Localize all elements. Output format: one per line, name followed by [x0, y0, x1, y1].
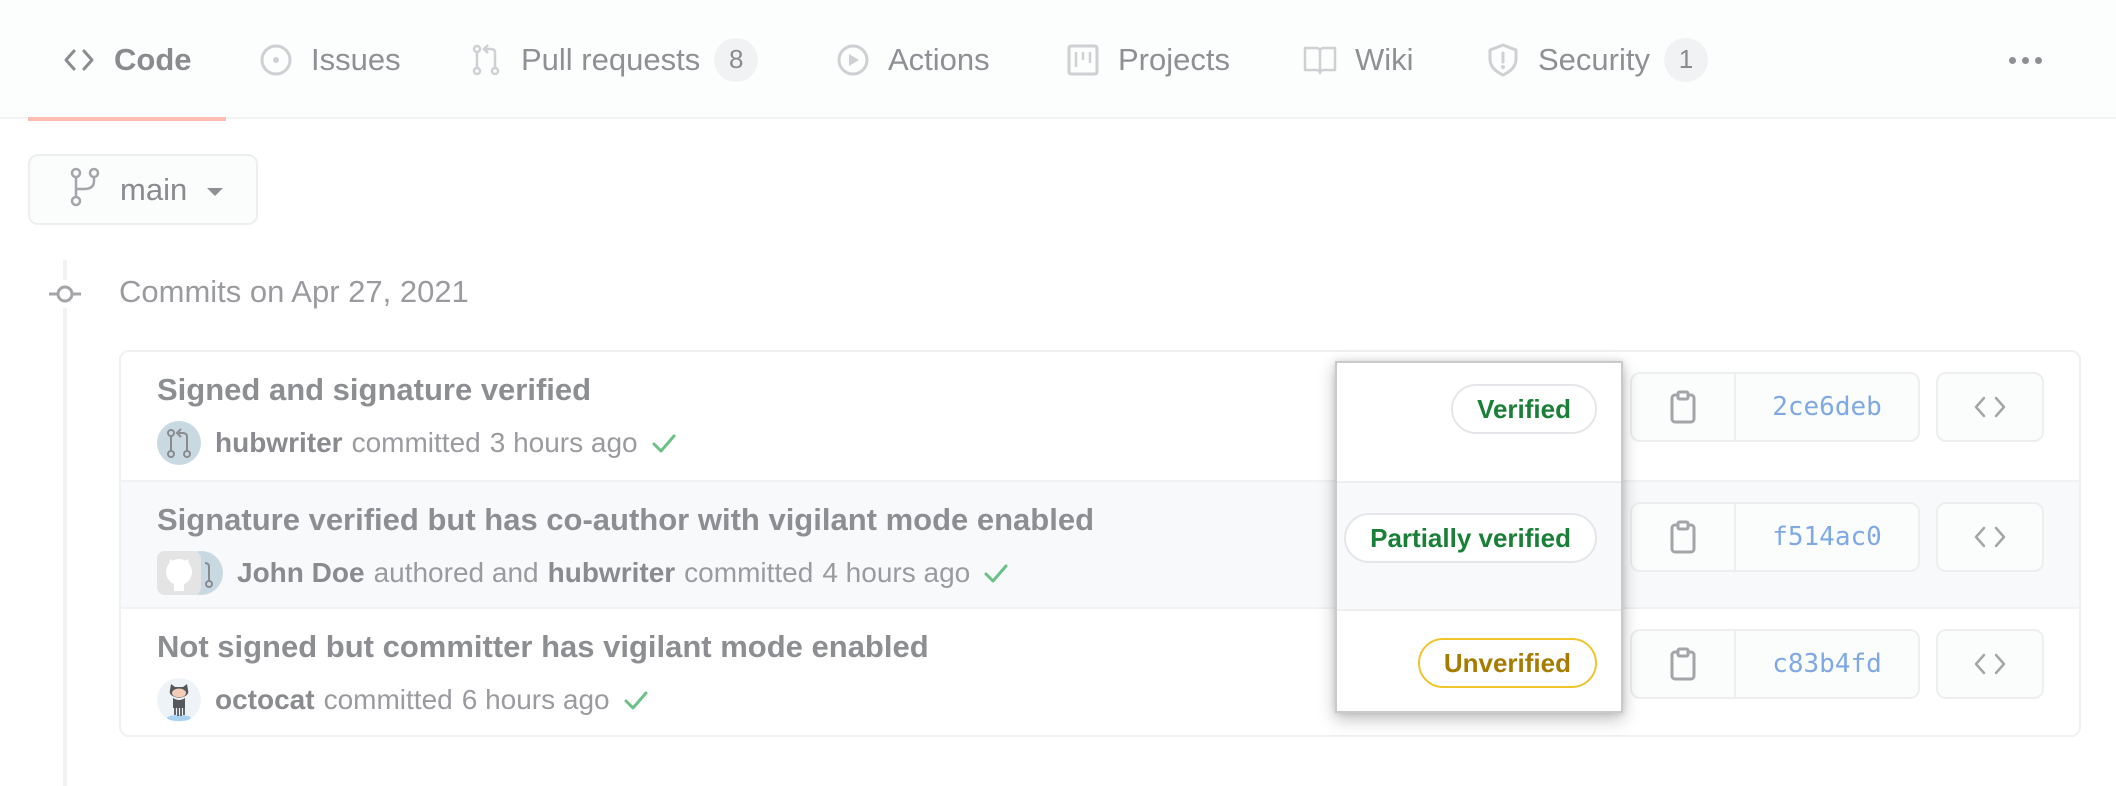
tab-label: Projects — [1118, 41, 1230, 77]
tab-pull-requests[interactable]: Pull requests 8 — [469, 0, 759, 119]
check-icon[interactable] — [622, 686, 650, 714]
commit-title-link[interactable]: Not signed but committer has vigilant mo… — [157, 629, 929, 665]
commit-sha-link[interactable]: f514ac0 — [1736, 504, 1918, 570]
commit-row: Signature verified but has co-author wit… — [121, 480, 2079, 609]
tab-label: Code — [114, 41, 192, 77]
copy-sha-button[interactable] — [1632, 374, 1736, 440]
caret-down-icon — [207, 187, 224, 196]
commit-time: 6 hours ago — [461, 684, 610, 715]
browse-repo-at-commit-button[interactable] — [1936, 502, 2044, 572]
kebab-horizontal-icon — [2008, 56, 2016, 64]
commits-date-heading: Commits on Apr 27, 2021 — [119, 274, 469, 309]
code-icon — [62, 43, 96, 77]
commit-action: committed — [351, 427, 481, 458]
coauthor-action: authored and — [373, 557, 539, 588]
pull-requests-counter: 8 — [714, 37, 759, 82]
check-icon[interactable] — [982, 559, 1010, 587]
copy-sha-button[interactable] — [1632, 631, 1736, 697]
tab-code[interactable]: Code — [28, 0, 225, 121]
commit-sha-link[interactable]: c83b4fd — [1736, 631, 1918, 697]
commit-time: 3 hours ago — [489, 427, 638, 458]
avatar-octocat[interactable] — [157, 678, 201, 722]
commit-meta: John Doe authored and hubwriter committe… — [157, 550, 1010, 596]
tab-label: Actions — [888, 41, 990, 77]
browse-repo-at-commit-button[interactable] — [1936, 372, 2044, 442]
kebab-dot — [2021, 56, 2029, 64]
copy-sha-button[interactable] — [1632, 504, 1736, 570]
commit-action: committed — [684, 557, 814, 588]
commit-meta: hubwriter committed 3 hours ago — [157, 420, 678, 466]
commit-author-link[interactable]: hubwriter — [548, 557, 676, 589]
verification-badges-panel: Verified Partially verified Unverified — [1335, 361, 1623, 713]
commit-row: Signed and signature verified hubwriter … — [121, 352, 2079, 480]
tab-security[interactable]: Security 1 — [1486, 0, 1708, 119]
more-tabs-button[interactable] — [1990, 40, 2060, 80]
branch-selector-button[interactable]: main — [28, 154, 258, 225]
tab-wiki[interactable]: Wiki — [1303, 0, 1414, 119]
avatar-stack — [157, 551, 223, 595]
avatar-hubwriter[interactable] — [157, 421, 201, 465]
tab-label: Issues — [311, 41, 401, 77]
git-pull-request-icon — [469, 43, 503, 77]
code-icon — [1974, 396, 2006, 418]
clippy-icon — [1670, 647, 1696, 681]
commit-list: Signed and signature verified hubwriter … — [119, 350, 2081, 737]
issue-opened-icon — [259, 43, 293, 77]
timeline-line — [63, 260, 67, 786]
clippy-icon — [1670, 520, 1696, 554]
tab-label: Security — [1538, 41, 1650, 77]
verification-cell: Partially verified — [1337, 481, 1621, 611]
tab-label: Pull requests — [521, 41, 701, 77]
verified-badge[interactable]: Verified — [1451, 384, 1597, 434]
code-icon — [1974, 526, 2006, 548]
commit-author-link[interactable]: hubwriter — [215, 427, 343, 459]
commit-title-link[interactable]: Signed and signature verified — [157, 372, 591, 408]
tab-label: Wiki — [1355, 41, 1414, 77]
project-icon — [1066, 43, 1100, 77]
git-branch-icon — [70, 167, 120, 212]
sha-button-group: 2ce6deb — [1630, 372, 1920, 442]
unverified-badge[interactable]: Unverified — [1417, 638, 1597, 688]
shield-icon — [1486, 43, 1520, 77]
book-icon — [1303, 43, 1337, 77]
clippy-icon — [1670, 390, 1696, 424]
commit-time: 4 hours ago — [822, 557, 971, 588]
browse-repo-at-commit-button[interactable] — [1936, 629, 2044, 699]
security-counter: 1 — [1663, 37, 1708, 82]
play-icon — [836, 43, 870, 77]
sha-button-group: c83b4fd — [1630, 629, 1920, 699]
branch-name: main — [120, 171, 188, 207]
commit-title-link[interactable]: Signature verified but has co-author wit… — [157, 502, 1094, 538]
git-commit-icon — [47, 280, 83, 308]
kebab-dot — [2034, 56, 2042, 64]
partially-verified-badge[interactable]: Partially verified — [1344, 513, 1597, 563]
code-icon — [1974, 653, 2006, 675]
repo-nav-tabs: Code Issues Pull requests 8 Actions Proj… — [0, 0, 2116, 121]
tab-issues[interactable]: Issues — [259, 0, 401, 119]
commit-row: Not signed but committer has vigilant mo… — [121, 609, 2079, 735]
tab-actions[interactable]: Actions — [836, 0, 990, 119]
commit-sha-link[interactable]: 2ce6deb — [1736, 374, 1918, 440]
coauthor-link[interactable]: John Doe — [237, 557, 365, 589]
verification-cell: Verified — [1337, 363, 1621, 481]
avatar-john-doe[interactable] — [157, 551, 201, 595]
tab-projects[interactable]: Projects — [1066, 0, 1230, 119]
verification-cell: Unverified — [1337, 611, 1621, 711]
commit-meta: octocat committed 6 hours ago — [157, 677, 650, 723]
commit-author-link[interactable]: octocat — [215, 684, 315, 716]
sha-button-group: f514ac0 — [1630, 502, 1920, 572]
commit-action: committed — [323, 684, 453, 715]
check-icon[interactable] — [650, 429, 678, 457]
